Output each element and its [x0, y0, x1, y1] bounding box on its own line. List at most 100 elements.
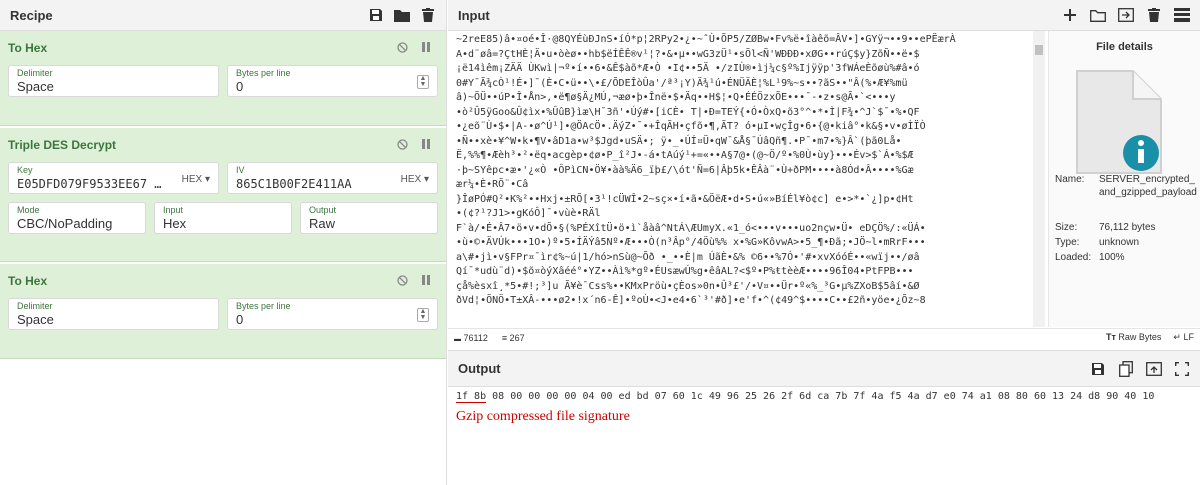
input-line: ·þ~SYêpc•æ•'¿«Ò •ÔPìCN•Ö¥•àà%Ä6_ïþ£/\ót'… [456, 164, 914, 176]
field-value: Hex [163, 216, 187, 231]
operation-triple-des-decrypt[interactable]: Triple DES Decrypt Key E05DFD079F9533EE6… [0, 128, 446, 262]
open-folder-icon[interactable] [1090, 7, 1106, 23]
type-label: Type: [1055, 237, 1080, 248]
disable-icon[interactable] [396, 274, 408, 286]
number-stepper[interactable]: ▲ ▼ [417, 308, 429, 322]
recipe-title: Recipe [10, 7, 53, 23]
return-icon: ↵ [1173, 332, 1181, 342]
input-status-bar: ▬ 76112 ≡ 267 Tт Raw Bytes ↵ LF [448, 328, 1200, 346]
type-value: unknown [1099, 237, 1140, 248]
loaded-value: 100% [1099, 252, 1125, 263]
open-file-icon[interactable] [1118, 7, 1134, 23]
field-value: 0 [236, 79, 244, 94]
save-icon[interactable] [368, 7, 384, 23]
delimiter-field[interactable]: Delimiter Space [8, 298, 219, 330]
field-value: Raw [309, 216, 336, 231]
field-value: Space [17, 312, 54, 327]
input-line: 0#Y¯Ã¾cÒ¹!É•]¯(È•C•ü••\•£/ÕDEÎòÛa'/ª³¡Y)… [456, 77, 908, 89]
key-value: E05DFD079F9533EE67 … [17, 177, 162, 191]
output-title: Output [458, 361, 501, 376]
number-stepper[interactable]: ▲ ▼ [417, 75, 429, 89]
scroll-thumb[interactable] [1035, 45, 1043, 55]
pause-icon[interactable] [420, 274, 432, 286]
field-label: Mode [17, 205, 40, 215]
length-value: 76112 [463, 332, 488, 343]
length-indicator: ▬ 76112 [454, 333, 488, 343]
operation-to-hex[interactable]: To Hex Delimiter Space Bytes per line 0 … [0, 264, 446, 359]
input-scrollbar[interactable] [1033, 31, 1045, 327]
operation-title: To Hex [8, 274, 48, 288]
field-label: Output [309, 205, 337, 215]
field-value: 0 [236, 312, 244, 327]
key-format-select[interactable]: HEX ▾ [182, 174, 210, 185]
input-format-field[interactable]: Input Hex [154, 202, 292, 234]
lines-icon: ≡ [501, 332, 508, 343]
file-icon [1071, 67, 1167, 177]
bytes-per-line-field[interactable]: Bytes per line 0 ▲ ▼ [227, 65, 438, 97]
operation-title: To Hex [8, 41, 48, 55]
file-details-title: File details [1096, 41, 1153, 53]
field-label: Input [163, 205, 184, 215]
operation-to-hex[interactable]: To Hex Delimiter Space Bytes per line 0 … [0, 31, 446, 126]
input-line: •(¢?¹?J1>•gKóÔ]¯•vùè•RÄl [456, 208, 601, 219]
disable-icon[interactable] [396, 41, 408, 53]
output-panel: Output 1f 8b 08 00 00 00 00 04 00 ed bd … [448, 350, 1200, 485]
size-value: 76,112 bytes [1099, 222, 1156, 233]
text-encoding-icon: Tт [1105, 332, 1116, 342]
maximize-icon[interactable] [1174, 361, 1190, 377]
operation-title: Triple DES Decrypt [8, 138, 117, 152]
input-line: ðVd¦•ÕNÖ•T±XÂ-•••ø2•!x´n6-Ê]•ºoÙ•<J•e4•6… [456, 295, 926, 306]
lines-indicator: ≡ 267 [502, 333, 525, 343]
pause-icon[interactable] [420, 41, 432, 53]
name-label: Name: [1055, 174, 1085, 185]
copy-icon[interactable] [1118, 360, 1134, 377]
input-line: ær¼•È•RÕ¨•Câ [456, 179, 529, 190]
field-value: Space [17, 79, 54, 94]
file-details-panel: File details Name: SERVER_encrypted_and_… [1048, 31, 1200, 327]
format-label: HEX [181, 174, 203, 185]
raw-bytes-toggle[interactable]: Tт Raw Bytes [1106, 332, 1161, 343]
length-icon: ▬ [454, 335, 461, 343]
input-line: Qí¯*udù¨d)•$õ¤òýXâéé°•YZ••Àì%*gº•ÉUsæwÚ%… [456, 266, 914, 277]
bytes-per-line-field[interactable]: Bytes per line 0 ▲ ▼ [227, 298, 438, 330]
disable-icon[interactable] [396, 138, 408, 150]
field-value: CBC/NoPadding [17, 216, 113, 231]
format-label: HEX [400, 174, 422, 185]
gzip-magic-bytes: 1f 8b [456, 391, 487, 403]
input-panel: Input ~2reE85)â•¤oé•Î·@8QYÉùÐJnS•íÓ*p¦2R… [448, 0, 1200, 347]
add-icon[interactable] [1062, 7, 1078, 23]
name-value: SERVER_encrypted_and_gzipped_payload [1099, 174, 1197, 198]
input-line: }ÎøPÓ#Q²•K%²••Hxj•±RÕ[•3¹!cÜWÎ•2~sç×•í•ã… [456, 193, 914, 205]
mode-field[interactable]: Mode CBC/NoPadding [8, 202, 146, 234]
input-line: ¡ë14ìêm¡ZÄÄ ÙKwì|¬º•í••6•&Ê$àõ*Æ•Ò •I¢••… [456, 63, 920, 74]
iv-field[interactable]: IV 865C1B00F2E411AA HEX ▾ [227, 162, 438, 194]
iv-format-select[interactable]: HEX ▾ [401, 174, 429, 185]
raw-bytes-label: Raw Bytes [1118, 332, 1162, 342]
key-field[interactable]: Key E05DFD079F9533EE67 … HEX ▾ [8, 162, 219, 194]
input-header: Input [448, 0, 1200, 31]
layout-icon[interactable] [1174, 7, 1190, 23]
input-line: •¿eõ¨Ù•$•|A-•ø^Ú¹]•@ÖAcÖ•.ÄýZ•¯•+ÎqÃH•çf… [456, 121, 926, 132]
folder-icon[interactable] [394, 7, 410, 23]
output-format-field[interactable]: Output Raw [300, 202, 438, 234]
trash-icon[interactable] [420, 7, 436, 23]
delimiter-field[interactable]: Delimiter Space [8, 65, 219, 97]
input-line: A•d¨øâ=?ÇtHÈ¦Ä•u•òèø••hb$ëÍÊÊ®v¹¦?•&•µ••… [456, 48, 920, 60]
input-line: çå%èsxî¸*5•#!;³]u Ã¥è¯Css%••KMxPröù•çÈos… [456, 280, 920, 292]
recipe-panel: Recipe To Hex Delimiter Space Bytes per … [0, 0, 447, 485]
field-label: Bytes per line [236, 301, 291, 311]
input-line: F`à/•É•Â7•ö•v•dÕ•§(%PÉXîtÜ•ö•ì`åàâ^NtÁ\Æ… [456, 222, 926, 234]
pause-icon[interactable] [420, 138, 432, 150]
replace-input-icon[interactable] [1146, 361, 1162, 377]
trash-icon[interactable] [1146, 7, 1162, 23]
save-output-icon[interactable] [1090, 361, 1106, 377]
size-label: Size: [1055, 222, 1078, 233]
input-textarea[interactable]: ~2reE85)â•¤oé•Î·@8QYÉùÐJnS•íÓ*p¦2RPy2•¿•… [452, 31, 1030, 327]
input-line: a\#•jì•v§FPr¤¯ìr¢%~ú|1/hó>nSù@~Õð •_••È|… [456, 251, 920, 263]
field-label: Delimiter [17, 301, 53, 311]
field-label: Delimiter [17, 68, 53, 78]
eol-toggle[interactable]: ↵ LF [1173, 332, 1194, 343]
output-hex-rest: 08 00 00 00 00 04 00 ed bd 07 60 1c 49 9… [486, 391, 1155, 402]
output-text[interactable]: 1f 8b 08 00 00 00 00 04 00 ed bd 07 60 1… [456, 391, 1155, 403]
gzip-signature-annotation: Gzip compressed file signature [456, 409, 630, 424]
